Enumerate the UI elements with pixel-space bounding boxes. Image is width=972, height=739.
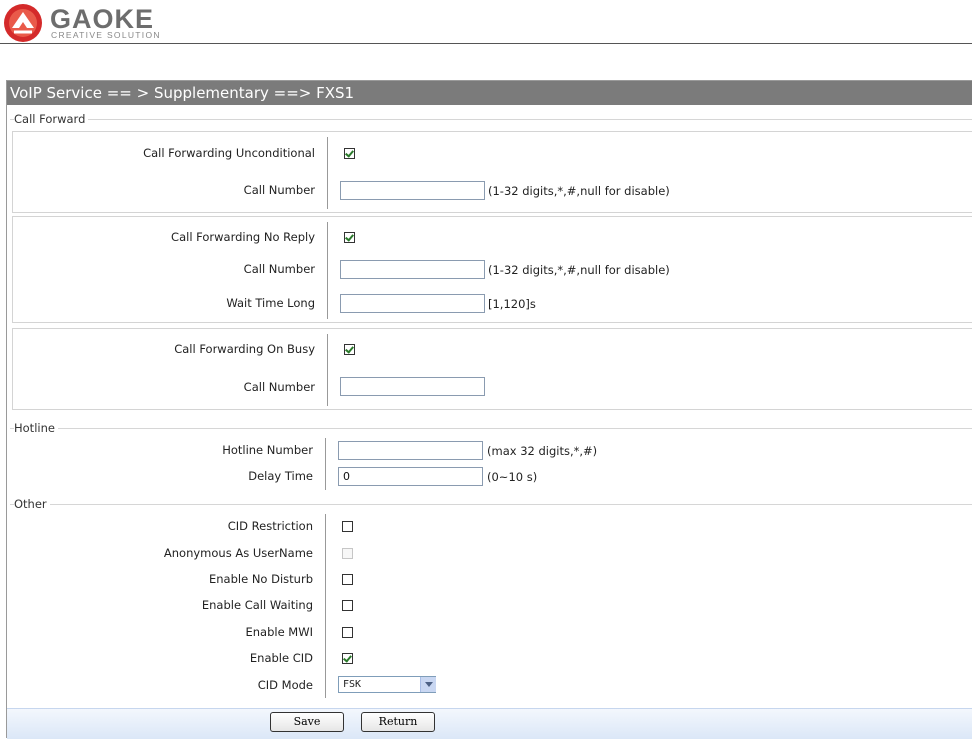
cf-no-reply-call-number-label: Call Number xyxy=(243,262,315,276)
column-separator xyxy=(325,514,326,698)
other-divider xyxy=(10,504,972,505)
call-waiting-checkbox[interactable] xyxy=(342,600,353,611)
column-separator xyxy=(327,334,328,406)
mwi-label: Enable MWI xyxy=(245,625,313,639)
logo-tagline: CREATIVE SOLUTION xyxy=(51,30,161,40)
other-section-label: Other xyxy=(14,497,50,511)
cf-on-busy-label: Call Forwarding On Busy xyxy=(174,342,315,356)
cid-restriction-label: CID Restriction xyxy=(227,519,313,533)
call-forward-divider xyxy=(10,119,972,120)
delay-time-input[interactable]: 0 xyxy=(338,467,483,486)
no-disturb-label: Enable No Disturb xyxy=(209,572,313,586)
cf-on-busy-call-number-input[interactable] xyxy=(340,377,485,396)
cf-on-busy-group xyxy=(12,328,972,410)
cf-unconditional-call-number-label: Call Number xyxy=(243,183,315,197)
cf-unconditional-group xyxy=(12,131,972,213)
anonymous-username-checkbox xyxy=(342,548,353,559)
button-bar xyxy=(7,708,972,739)
column-separator xyxy=(327,222,328,319)
mwi-checkbox[interactable] xyxy=(342,627,353,638)
delay-time-label: Delay Time xyxy=(248,469,313,483)
cf-no-reply-checkbox[interactable] xyxy=(344,232,355,243)
return-button[interactable]: Return xyxy=(361,712,435,732)
enable-cid-checkbox[interactable] xyxy=(342,653,353,664)
cf-no-reply-call-number-input[interactable] xyxy=(340,260,485,279)
cid-mode-label: CID Mode xyxy=(257,678,313,692)
anonymous-username-label: Anonymous As UserName xyxy=(163,546,313,560)
column-separator xyxy=(325,438,326,490)
hotline-number-hint: (max 32 digits,*,#) xyxy=(487,444,598,458)
delay-time-hint: (0~10 s) xyxy=(487,470,538,484)
cid-restriction-checkbox[interactable] xyxy=(342,521,353,532)
no-disturb-checkbox[interactable] xyxy=(342,574,353,585)
gaoke-logo-icon xyxy=(3,3,43,43)
enable-cid-label: Enable CID xyxy=(249,651,313,665)
cf-unconditional-hint: (1-32 digits,*,#,null for disable) xyxy=(488,184,670,198)
hotline-section-label: Hotline xyxy=(14,421,58,435)
call-waiting-label: Enable Call Waiting xyxy=(201,598,313,612)
cid-mode-value: FSK xyxy=(343,679,362,690)
wait-time-hint: [1,120]s xyxy=(488,297,536,311)
column-separator xyxy=(327,137,328,209)
hotline-number-label: Hotline Number xyxy=(222,443,313,457)
wait-time-input[interactable] xyxy=(340,294,485,313)
save-button[interactable]: Save xyxy=(270,712,344,732)
cf-unconditional-label: Call Forwarding Unconditional xyxy=(143,146,315,160)
hotline-divider xyxy=(10,428,972,429)
wait-time-label: Wait Time Long xyxy=(226,296,315,310)
cf-no-reply-label: Call Forwarding No Reply xyxy=(171,230,315,244)
cf-no-reply-hint: (1-32 digits,*,#,null for disable) xyxy=(488,263,670,277)
chevron-down-icon[interactable] xyxy=(420,677,436,692)
cf-on-busy-call-number-label: Call Number xyxy=(243,380,315,394)
cf-on-busy-checkbox[interactable] xyxy=(344,344,355,355)
cf-unconditional-call-number-input[interactable] xyxy=(340,181,485,200)
cf-unconditional-checkbox[interactable] xyxy=(344,148,355,159)
header-divider xyxy=(0,43,972,44)
page-title: VoIP Service == > Supplementary ==> FXS1 xyxy=(7,81,972,105)
call-forward-section-label: Call Forward xyxy=(14,112,89,126)
hotline-number-input[interactable] xyxy=(338,441,483,460)
